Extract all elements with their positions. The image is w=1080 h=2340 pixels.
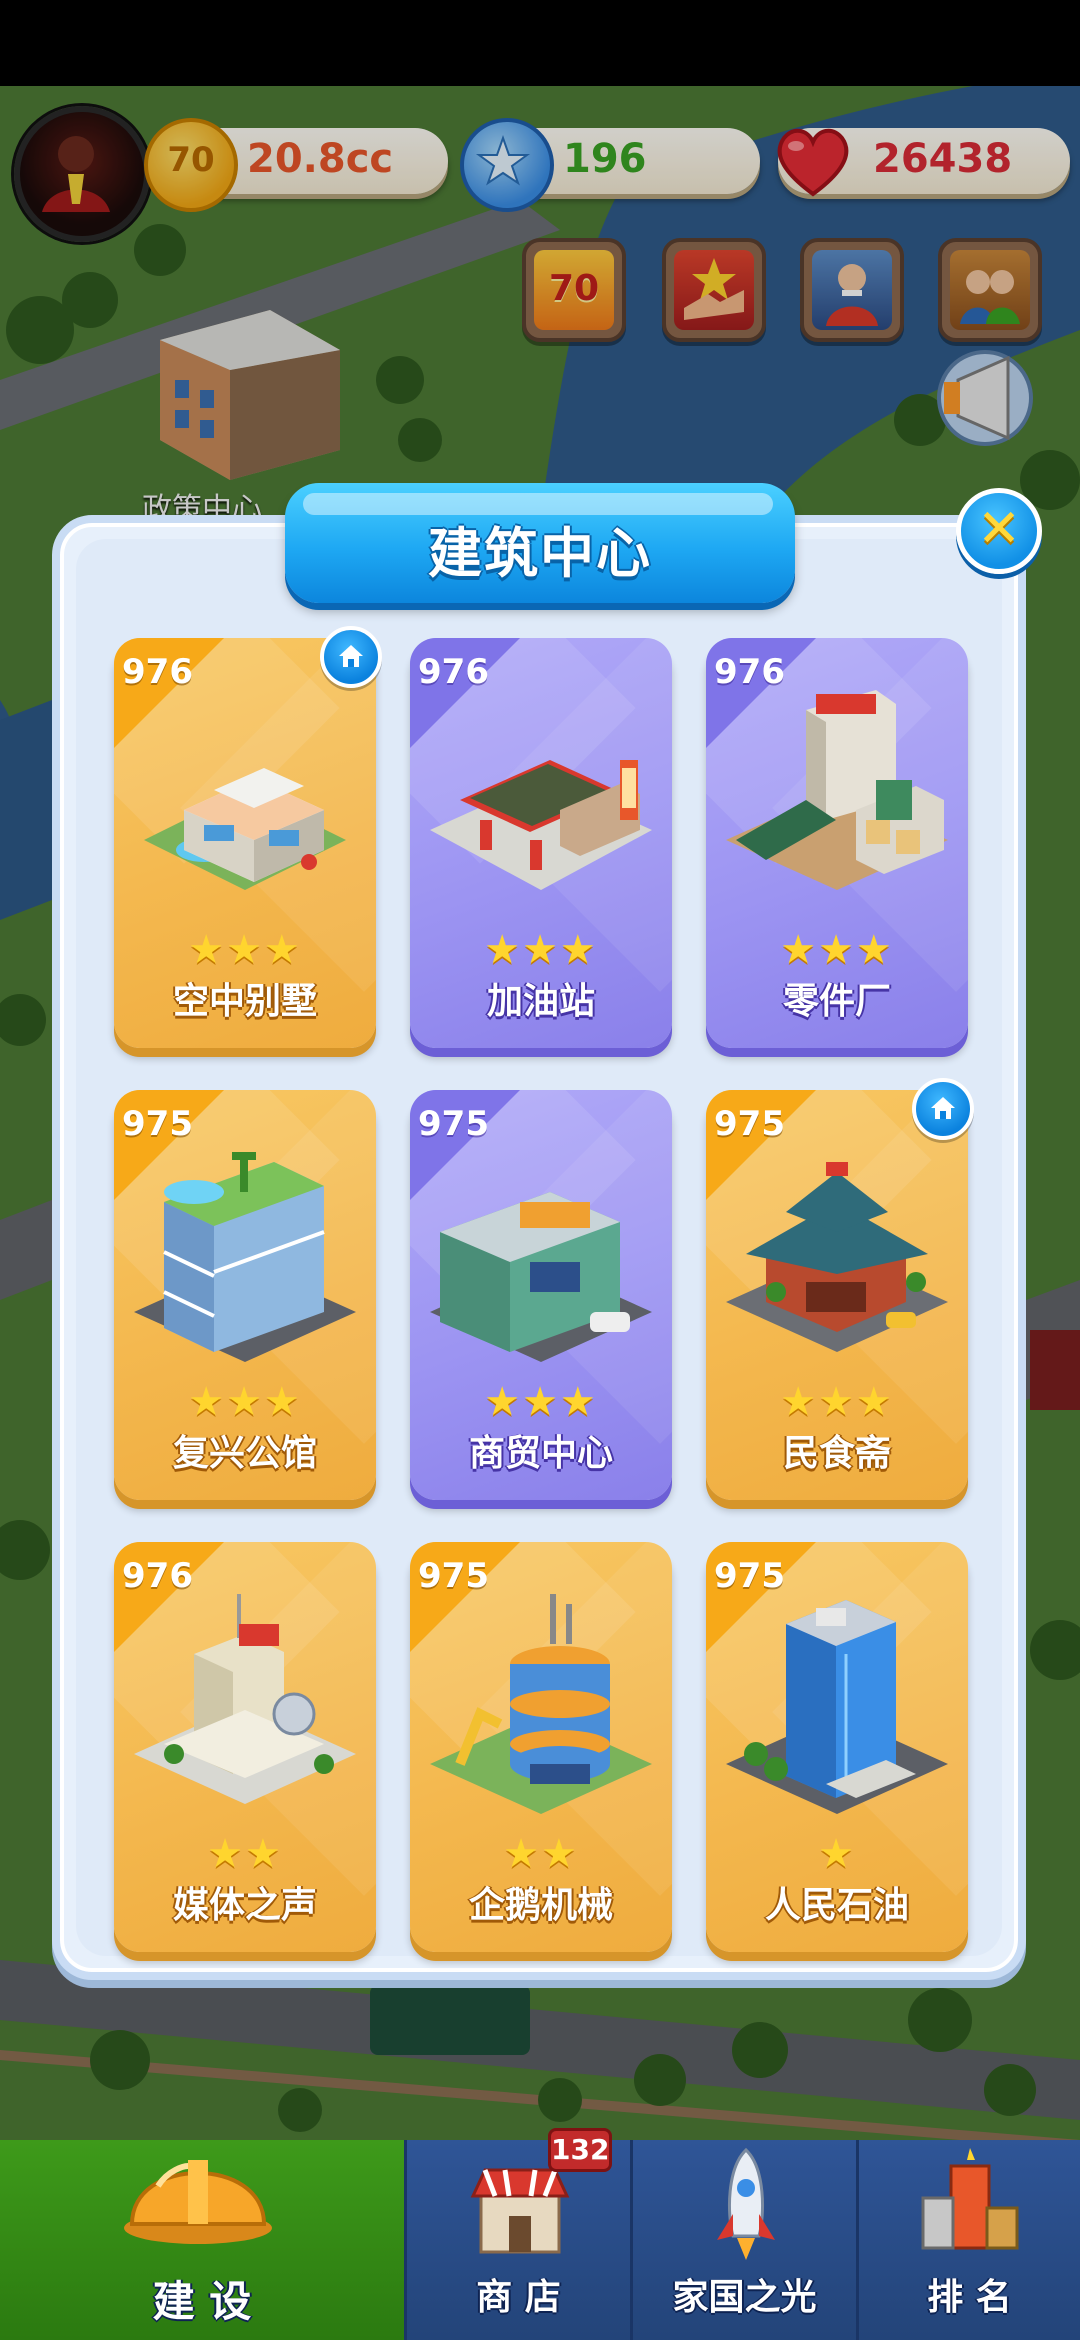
nav-shop-label: 商 店 [476, 2277, 561, 2318]
building-name: 商贸中心 [468, 1433, 613, 1474]
building-level: 976 [714, 652, 785, 692]
building-name: 复兴公馆 [172, 1433, 317, 1474]
status-bar [0, 0, 1080, 86]
building-card[interactable]: 976 ★★★ 零件厂 [706, 638, 968, 1048]
hard-hat-icon [124, 2160, 272, 2244]
star-rating: ★★★ [188, 927, 302, 973]
home-icon[interactable] [320, 626, 382, 688]
building-name: 媒体之声 [172, 1885, 317, 1926]
building-illustration [144, 768, 346, 890]
close-icon: ✕ [977, 499, 1021, 559]
building-name: 零件厂 [782, 981, 891, 1022]
building-card[interactable]: 976 ★★ 媒体之声 [114, 1542, 376, 1952]
building-card[interactable]: 975 ★ 人民石油 [706, 1542, 968, 1952]
star-rating: ★ [818, 1831, 856, 1877]
building-illustration [726, 1600, 948, 1814]
star-rating: ★★★ [484, 1379, 598, 1425]
star-rating: ★★★ [780, 927, 894, 973]
podium-icon [921, 2148, 1019, 2250]
nav-rank-label: 排 名 [927, 2277, 1012, 2318]
building-illustration [726, 1162, 948, 1352]
home-icon[interactable] [912, 1078, 974, 1140]
nav-national-light[interactable]: 家国之光 [630, 2140, 856, 2340]
building-card[interactable]: 975 ★★★ 复兴公馆 [114, 1090, 376, 1500]
building-name: 企鹅机械 [468, 1885, 613, 1926]
star-rating: ★★★ [484, 927, 598, 973]
building-card[interactable]: 975 ★★★ 民食斋 [706, 1090, 968, 1500]
building-name: 加油站 [486, 981, 595, 1022]
building-card[interactable]: 976 ★★★ 空中别墅 [114, 638, 376, 1048]
building-illustration [430, 1594, 652, 1814]
building-illustration [430, 1192, 652, 1362]
star-rating: ★★★ [188, 1379, 302, 1425]
building-level: 975 [418, 1556, 489, 1596]
building-level: 975 [714, 1104, 785, 1144]
building-card[interactable]: 975 ★★★ 商贸中心 [410, 1090, 672, 1500]
nav-national-light-label: 家国之光 [672, 2277, 817, 2318]
star-rating: ★★ [503, 1831, 579, 1877]
dialog-title: 建筑中心 [428, 522, 652, 585]
building-level: 975 [714, 1556, 785, 1596]
building-level: 976 [418, 652, 489, 692]
building-illustration [430, 760, 652, 890]
building-illustration [726, 690, 948, 890]
shop-notification-badge: 132 [548, 2128, 612, 2172]
dialog-title-banner: 建筑中心 [285, 483, 795, 603]
close-button[interactable]: ✕ [956, 488, 1042, 574]
building-illustration [134, 1594, 356, 1804]
nav-build-label: 建 设 [152, 2277, 252, 2326]
building-level: 976 [122, 652, 193, 692]
building-level: 975 [122, 1104, 193, 1144]
star-rating: ★★★ [780, 1379, 894, 1425]
nav-build[interactable]: 建 设 [0, 2140, 404, 2340]
building-card[interactable]: 975 ★★ 企鹅机械 [410, 1542, 672, 1952]
star-rating: ★★ [207, 1831, 283, 1877]
building-name: 空中别墅 [172, 981, 317, 1022]
building-name: 人民石油 [764, 1885, 909, 1926]
rocket-icon [717, 2147, 775, 2260]
building-name: 民食斋 [782, 1433, 891, 1474]
building-illustration [134, 1152, 356, 1362]
nav-rank[interactable]: 排 名 [856, 2140, 1080, 2340]
building-level: 975 [418, 1104, 489, 1144]
building-level: 976 [122, 1556, 193, 1596]
bottom-navigation: 建 设 商 店 家国之光 排 名 [0, 2140, 1080, 2340]
building-card[interactable]: 976 ★★★ 加油站 [410, 638, 672, 1048]
